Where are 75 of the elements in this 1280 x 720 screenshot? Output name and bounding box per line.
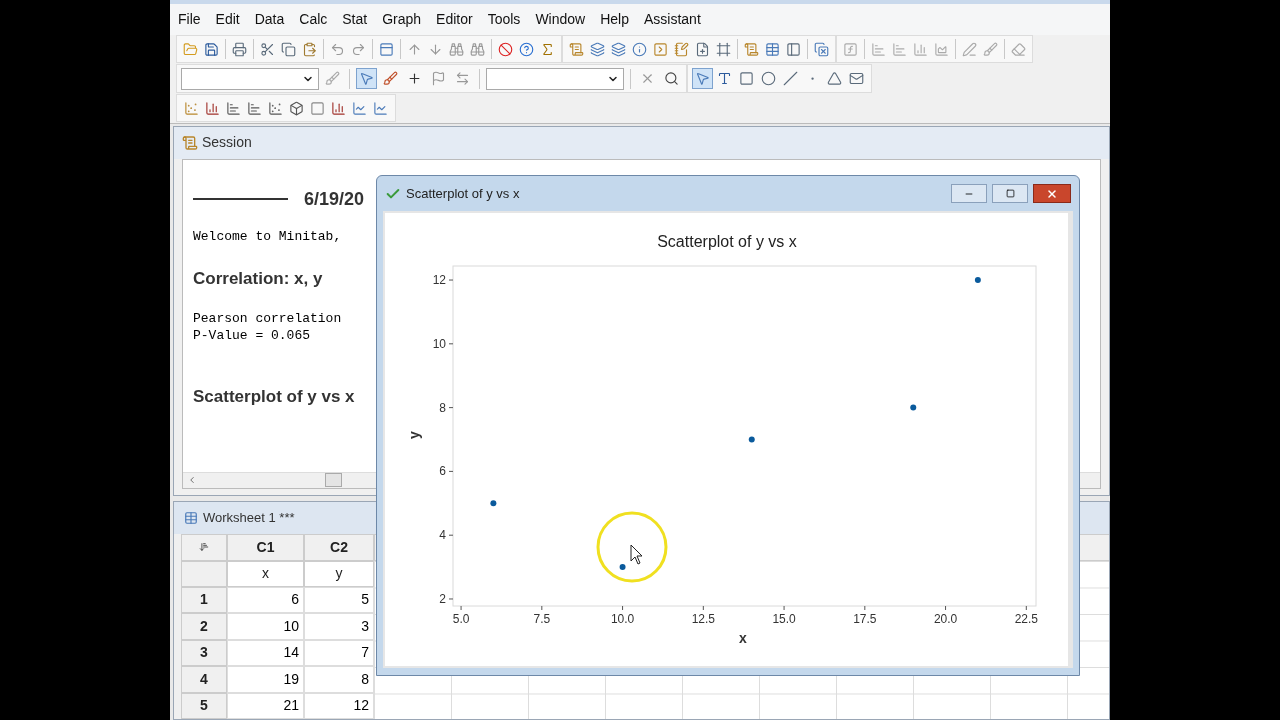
maximize-icon — [1005, 189, 1015, 198]
data-point — [748, 436, 755, 443]
window-title: Scatterplot of y vs x — [406, 184, 520, 203]
y-tick-label: 2 — [439, 592, 446, 606]
table-cell: 3 — [304, 613, 374, 640]
x-tick-label: 12.5 — [691, 612, 715, 626]
pointer-icon[interactable] — [356, 68, 377, 90]
scrollbar-thumb[interactable] — [325, 473, 342, 487]
y-tick-label: 12 — [432, 273, 446, 288]
window-title: Session — [202, 133, 252, 152]
column-name[interactable]: y — [304, 560, 374, 587]
menu-item[interactable]: Window — [535, 8, 586, 30]
maximize-button[interactable] — [992, 184, 1028, 203]
menu-item[interactable]: File — [178, 8, 201, 30]
column-id[interactable]: C1 — [227, 533, 304, 561]
table-cell: 19 — [227, 666, 304, 693]
menu-item[interactable]: Graph — [382, 8, 422, 30]
dropdown-field[interactable] — [486, 67, 624, 90]
table-cell: 10 — [227, 613, 304, 640]
section-heading: Correlation: x, y — [193, 268, 323, 290]
minimize-button[interactable] — [951, 184, 987, 203]
x-tick-label: 10.0 — [610, 612, 635, 626]
table-cell: 5 — [304, 586, 374, 613]
pointer-icon[interactable] — [692, 68, 713, 90]
x-tick-label: 22.5 — [1014, 612, 1038, 626]
welcome-text: Welcome to Minitab, — [193, 227, 342, 246]
menu-item[interactable]: Edit — [215, 8, 240, 30]
data-point — [974, 277, 981, 284]
arrow-down-icon — [199, 542, 209, 552]
scroll-left-icon[interactable] — [187, 475, 197, 485]
row-number: 3 — [181, 639, 227, 666]
scroll-icon — [182, 134, 198, 151]
menu-item[interactable]: Help — [600, 8, 629, 30]
x-tick-label: 15.0 — [772, 612, 796, 626]
row-number: 5 — [181, 692, 227, 719]
session-date: 6/19/20 — [304, 187, 365, 211]
table-cell: 7 — [304, 639, 374, 666]
menu-item[interactable]: Calc — [299, 8, 328, 30]
close-button[interactable] — [1033, 184, 1071, 203]
column-id[interactable]: C2 — [304, 533, 374, 561]
y-tick-label: 8 — [439, 400, 446, 415]
row-number: 4 — [181, 666, 227, 693]
menu-item[interactable]: Assistant — [643, 8, 701, 30]
y-axis-label: y — [406, 431, 422, 439]
table-cell: 8 — [304, 666, 374, 693]
y-tick-label: 4 — [439, 528, 446, 543]
menu-item[interactable]: Tools — [487, 8, 521, 30]
x-tick-label: 5.0 — [452, 612, 470, 626]
table-cell: 6 — [227, 586, 304, 613]
window-title: Worksheet 1 *** — [203, 508, 295, 527]
dropdown-field[interactable] — [181, 67, 319, 90]
chart-title: Scatterplot of y vs x — [657, 233, 797, 250]
x-tick-label: 17.5 — [853, 612, 877, 626]
x-tick-label: 20.0 — [933, 612, 958, 626]
row-number: 2 — [181, 613, 227, 640]
table-cell: 12 — [304, 692, 374, 719]
output-line: Pearson correlation — [193, 309, 342, 327]
data-point — [490, 500, 497, 507]
y-tick-label: 10 — [432, 336, 446, 351]
column-name[interactable]: x — [227, 560, 304, 587]
close-icon — [1046, 187, 1058, 200]
y-tick-label: 6 — [439, 464, 446, 479]
row-number: 1 — [181, 586, 227, 613]
menu-item[interactable]: Stat — [342, 8, 368, 30]
menu-item[interactable]: Editor — [436, 8, 473, 30]
output-line: P-Value = 0.065 — [193, 326, 312, 344]
section-heading: Scatterplot of y vs x — [193, 385, 355, 408]
table-cell: 21 — [227, 692, 304, 719]
table-icon — [184, 510, 198, 525]
table-cell: 14 — [227, 639, 304, 666]
menu-item[interactable]: Data — [254, 8, 285, 30]
data-point — [910, 404, 917, 411]
data-point — [619, 564, 626, 571]
x-tick-label: 7.5 — [533, 612, 551, 626]
x-axis-label: x — [739, 630, 747, 646]
